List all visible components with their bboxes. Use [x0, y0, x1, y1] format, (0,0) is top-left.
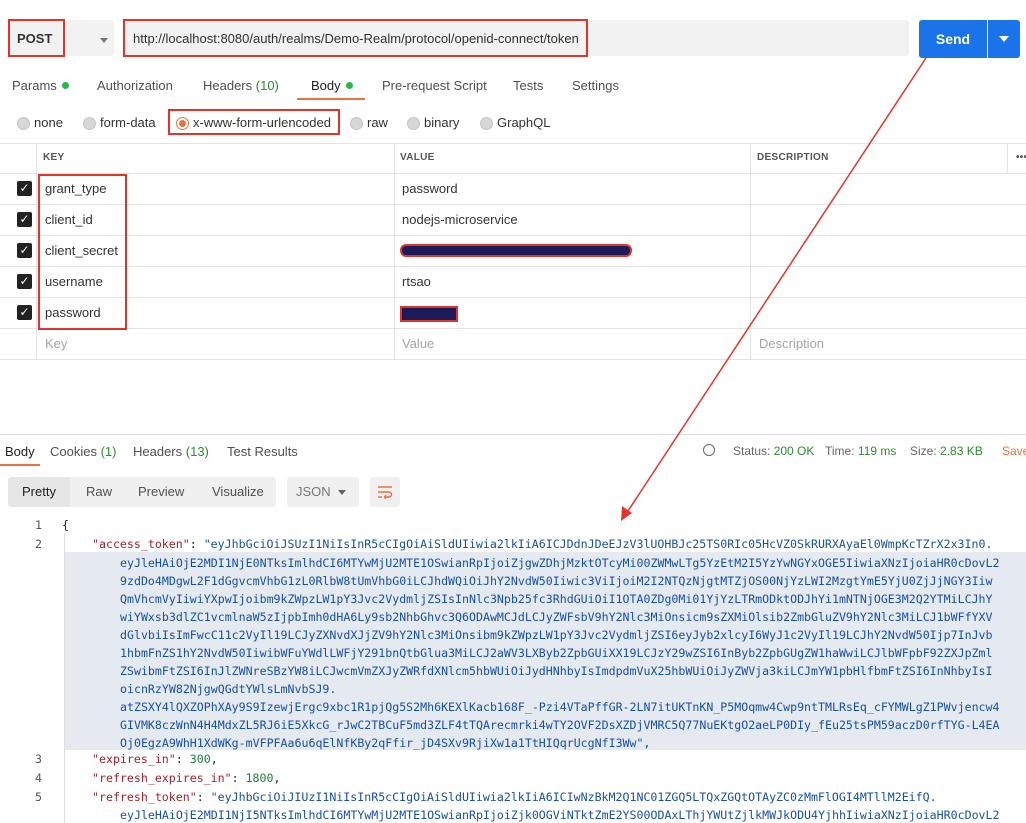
- annotation-arrow: [621, 57, 927, 521]
